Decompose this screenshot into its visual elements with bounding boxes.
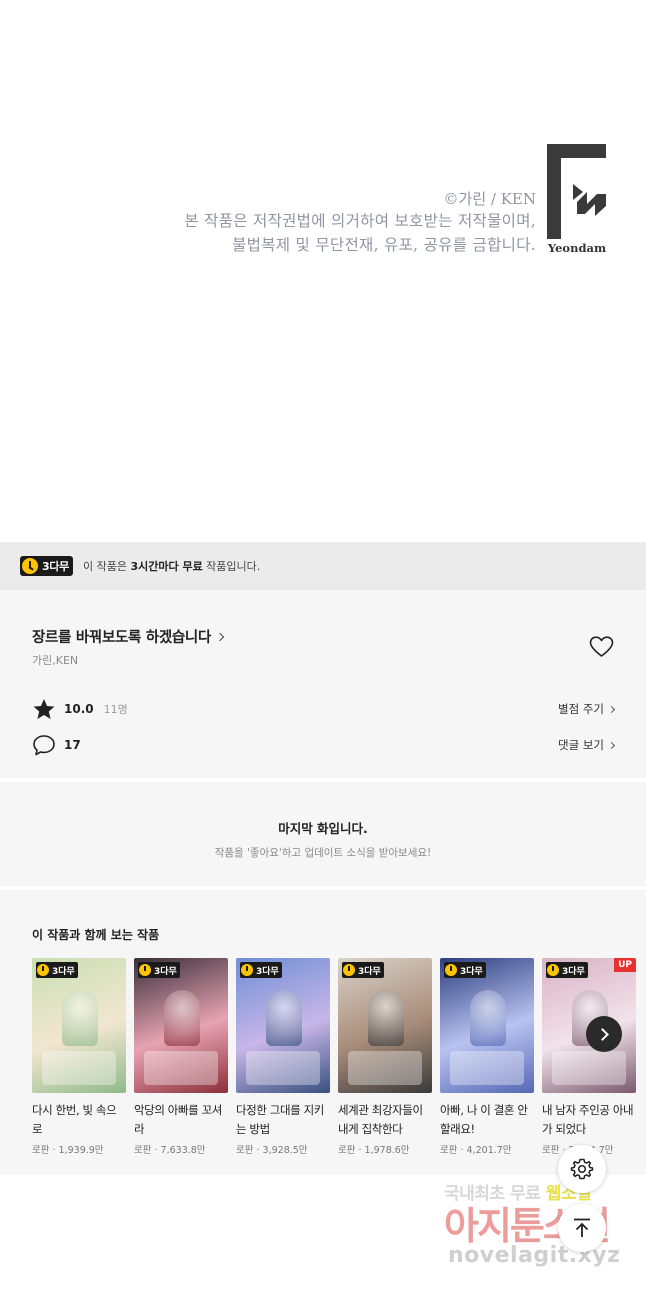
cover-image[interactable]: 3다무 <box>338 958 432 1093</box>
yeondam-logo <box>547 144 606 239</box>
clock-icon <box>445 964 457 976</box>
wait-free-badge: 3다무 <box>138 962 180 978</box>
work-info-panel: 장르를 바꿔보도록 하겠습니다 가린,KEN 10.0 11명 별점 주기 17… <box>0 590 646 778</box>
cover-figure <box>164 990 200 1046</box>
cover-title-art <box>246 1051 320 1085</box>
recommendation-card[interactable]: 3다무악당의 아빠를 꼬셔라로판 · 7,633.8만 <box>134 958 228 1156</box>
wait-free-badge: 3다무 <box>546 962 588 978</box>
rating-count: 11명 <box>103 703 128 716</box>
rating-value: 10.0 <box>64 702 94 716</box>
wait-free-badge: 3다무 <box>240 962 282 978</box>
cover-figure <box>368 990 404 1046</box>
recommendations-carousel[interactable]: 3다무 다시 한번, 빛 속으로 로판 · 1,939.9만 3다무 악당의 아빠를 꼬… <box>32 958 636 1156</box>
last-episode-subtitle: 작품을 '좋아요'하고 업데이트 소식을 받아보세요! <box>214 847 432 859</box>
recommendation-meta: 로판 · 1,939.9만 <box>32 1145 104 1156</box>
recommendation-card[interactable]: 3다무아빠, 나 이 결혼 안 할래요! 로판 · 4,201.7만 <box>440 958 534 1156</box>
msg-suffix: 작품입니다. <box>202 560 261 573</box>
badge-label: 3다무 <box>42 560 69 573</box>
wait-free-badge: 3다무 <box>342 962 384 978</box>
chevron-right-icon <box>607 705 616 713</box>
msg-prefix: 이 작품은 <box>83 560 131 573</box>
recommendation-card[interactable]: 3다무UP내 남자 주인공 아내가 되었다로판 · 2,504.7만 <box>542 958 636 1156</box>
recommendation-meta: 로판 · 1,978.6만 <box>338 1145 410 1156</box>
recommendation-meta: 로판 · 7,633.8만 <box>134 1145 206 1156</box>
cover-title-art <box>348 1051 422 1085</box>
chevron-right-icon <box>215 632 225 641</box>
star-icon <box>33 699 55 719</box>
cover-title-art <box>450 1051 524 1085</box>
heart-icon[interactable] <box>589 636 614 658</box>
badge-label: 3다무 <box>562 966 585 977</box>
recommendation-card[interactable]: 3다무세계관 최강자들이 내게 집착한다로판 · 1,978.6만 <box>338 958 432 1156</box>
badge-label: 3다무 <box>52 966 75 977</box>
badge-label: 3다무 <box>256 966 279 977</box>
recommendation-card[interactable]: 3다무다정한 그대를 지키는 방법로판 · 3,928.5만 <box>236 958 330 1156</box>
cover-figure <box>62 990 98 1046</box>
cover-title-art <box>144 1051 218 1085</box>
free-banner-message: 이 작품은 3시간마다 무료 작품입니다. <box>83 558 260 574</box>
up-badge: UP <box>614 958 636 972</box>
recommendation-title[interactable]: 세계관 최강자들이 내게 집착한다 <box>338 1101 432 1139</box>
cover-image[interactable]: 3다무 <box>134 958 228 1093</box>
free-banner: 3다무 이 작품은 3시간마다 무료 작품입니다. <box>0 542 646 590</box>
recommendation-title[interactable]: 아빠, 나 이 결혼 안 할래요! <box>440 1101 534 1139</box>
last-episode-title: 마지막 화입니다. <box>278 821 368 836</box>
recommendation-title[interactable]: 다시 한번, 빛 속으로 <box>32 1101 126 1139</box>
comment-row: 17 댓글 보기 <box>32 734 616 756</box>
logo-text: Yeondam <box>547 241 607 255</box>
recommendation-title[interactable]: 내 남자 주인공 아내가 되었다 <box>542 1101 636 1139</box>
recommendation-meta: 로판 · 3,928.5만 <box>236 1145 308 1156</box>
copyright-line-1: 본 작품은 저작권법에 의거하여 보호받는 저작물이며, <box>184 212 536 230</box>
recommendation-card[interactable]: 3다무다시 한번, 빛 속으로로판 · 1,939.9만 <box>32 958 126 1156</box>
recommendation-meta: 로판 · 4,201.7만 <box>440 1145 512 1156</box>
recommendation-title[interactable]: 악당의 아빠를 꼬셔라 <box>134 1101 228 1139</box>
badge-label: 3다무 <box>154 966 177 977</box>
copyright-line-2: 불법복제 및 무단전재, 유포, 공유를 금합니다. <box>232 236 536 254</box>
badge-label: 3다무 <box>358 966 381 977</box>
clock-icon <box>547 964 559 976</box>
recommendations-heading: 이 작품과 함께 보는 작품 <box>32 928 160 942</box>
clock-icon <box>22 558 38 574</box>
recommendation-title[interactable]: 다정한 그대를 지키는 방법 <box>236 1101 330 1139</box>
cover-image[interactable]: 3다무 <box>32 958 126 1093</box>
gear-icon <box>570 1158 594 1180</box>
carousel-next-button[interactable] <box>586 1016 622 1052</box>
clock-icon <box>37 964 49 976</box>
cover-title-art <box>42 1051 116 1085</box>
arrow-up-icon <box>574 1218 590 1237</box>
badge-label: 3다무 <box>460 966 483 977</box>
chevron-right-icon <box>607 741 616 749</box>
msg-bold: 3시간마다 무료 <box>130 560 203 573</box>
last-episode-notice: 마지막 화입니다. 작품을 '좋아요'하고 업데이트 소식을 받아보세요! <box>0 782 646 886</box>
chevron-right-icon <box>595 1027 609 1041</box>
clock-icon <box>241 964 253 976</box>
scroll-top-button[interactable] <box>558 1204 606 1252</box>
wait-free-badge: 3다무 <box>444 962 486 978</box>
clock-icon <box>139 964 151 976</box>
cover-title-art <box>552 1051 626 1085</box>
watermark-line-1a: 국내최초 무료 <box>444 1184 546 1204</box>
cover-figure <box>470 990 506 1046</box>
rate-button-label: 별점 주기 <box>558 702 604 716</box>
copyright-credit: ©가린 / KEN <box>443 190 536 208</box>
cover-figure <box>266 990 302 1046</box>
work-author: 가린,KEN <box>32 654 79 667</box>
wait-free-badge: 3다무 <box>36 962 78 978</box>
comment-count: 17 <box>64 738 81 752</box>
cover-image[interactable]: 3다무 <box>236 958 330 1093</box>
work-title-link[interactable]: 장르를 바꿔보도록 하겠습니다 <box>32 626 225 647</box>
comment-icon <box>33 735 55 756</box>
clock-icon <box>343 964 355 976</box>
work-title[interactable]: 장르를 바꿔보도록 하겠습니다 <box>32 626 211 647</box>
rate-button[interactable]: 별점 주기 <box>558 701 616 717</box>
settings-button[interactable] <box>558 1145 606 1193</box>
rating-row: 10.0 11명 별점 주기 <box>32 698 616 720</box>
cover-image[interactable]: 3다무 <box>440 958 534 1093</box>
copyright-text: ©가린 / KEN 본 작품은 저작권법에 의거하여 보호받는 저작물이며, 불… <box>184 189 536 257</box>
wait-free-badge: 3다무 <box>20 556 73 576</box>
view-comments-label: 댓글 보기 <box>558 738 604 752</box>
recommendations-section: 이 작품과 함께 보는 작품 3다무다시 한번, 빛 속으로로판 · 1,939… <box>0 890 646 1175</box>
view-comments-button[interactable]: 댓글 보기 <box>558 737 616 753</box>
copyright-image: ©가린 / KEN 본 작품은 저작권법에 의거하여 보호받는 저작물이며, 불… <box>0 0 646 542</box>
